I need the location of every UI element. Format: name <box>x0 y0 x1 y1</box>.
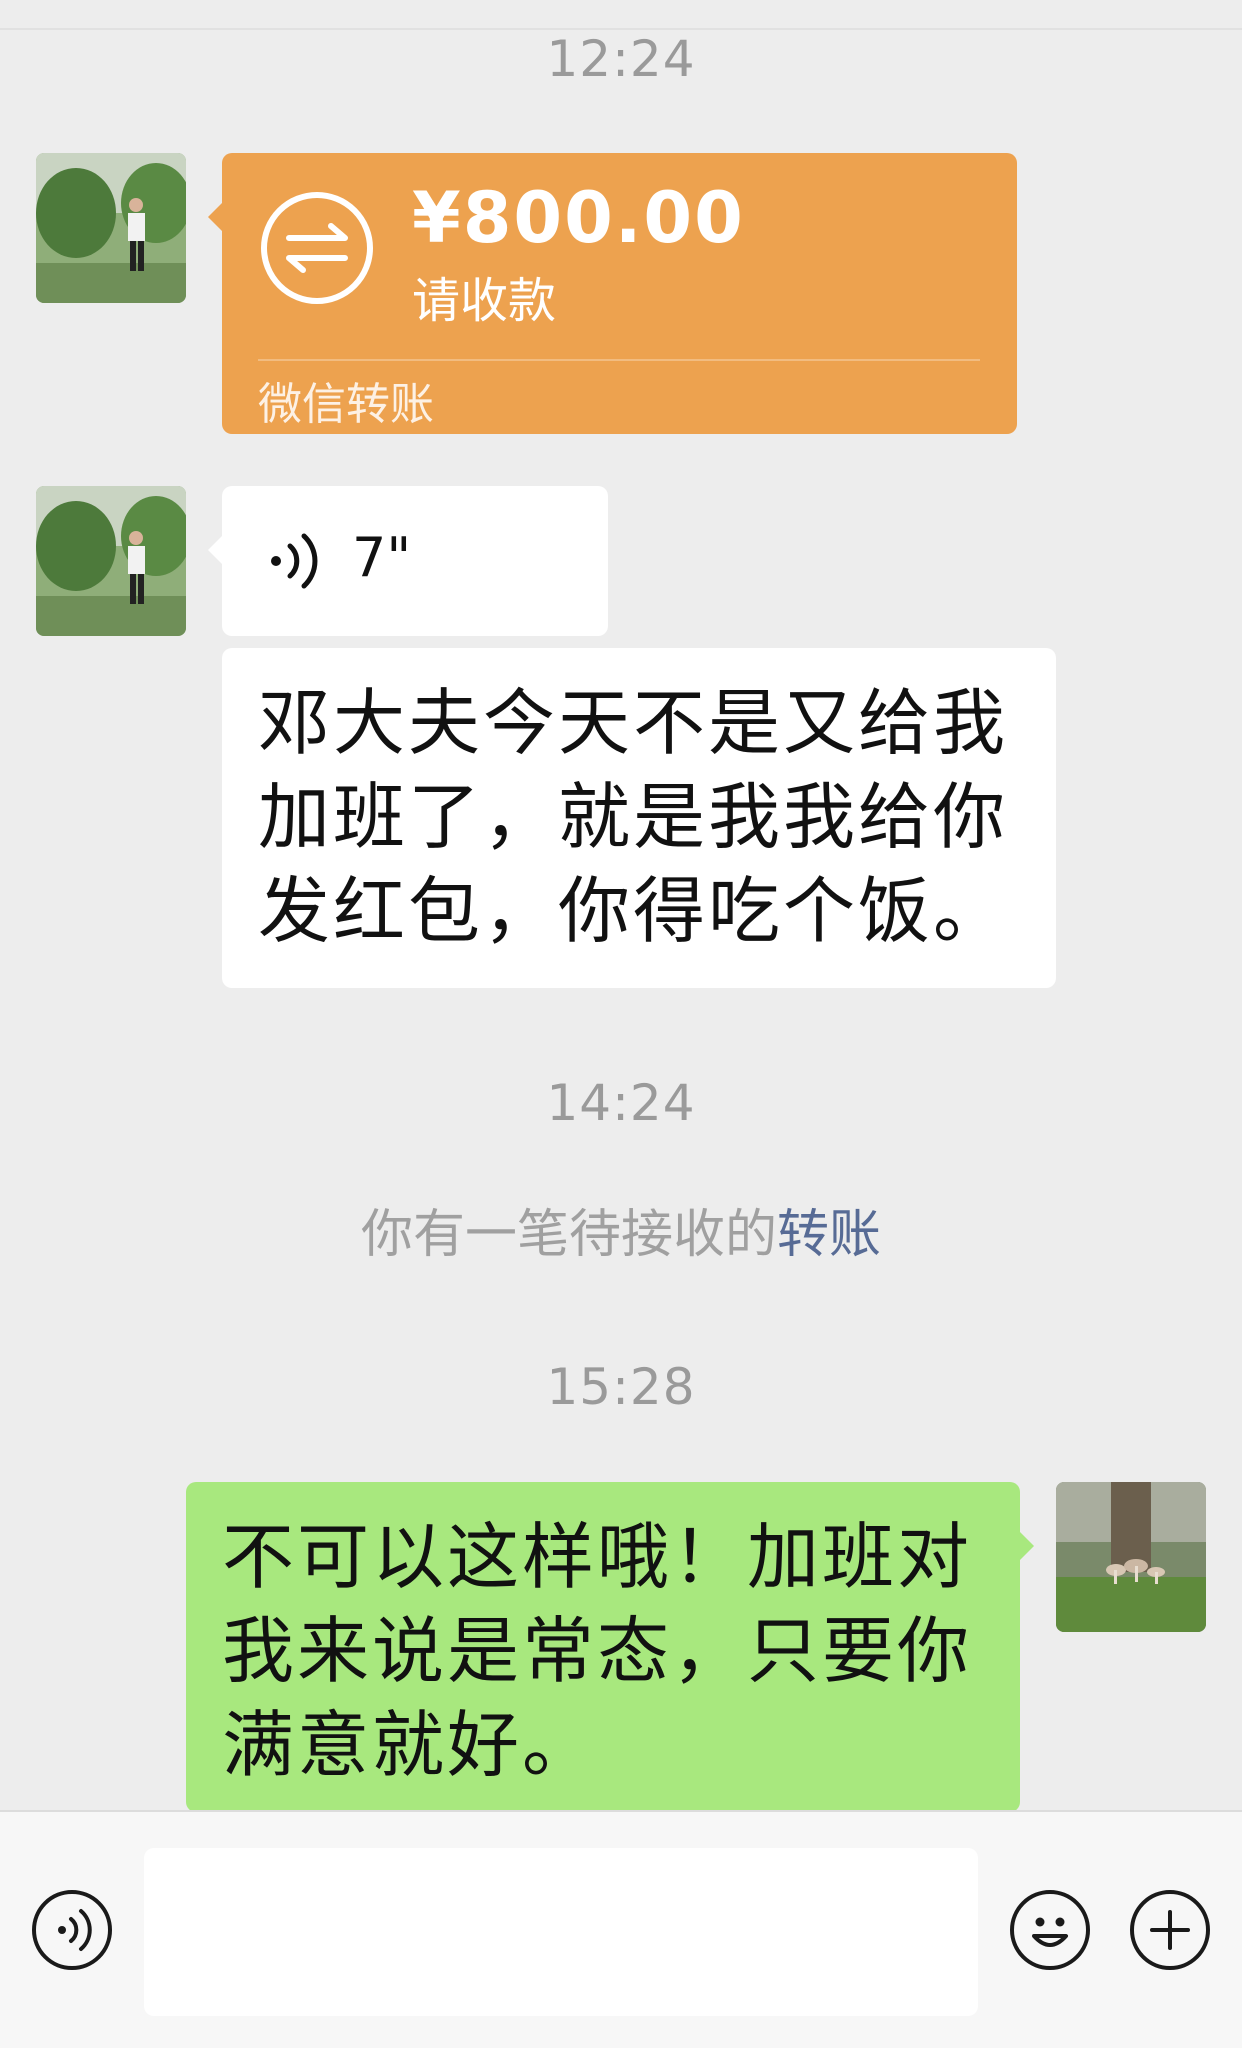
chat-message-list[interactable]: 12:24 ¥800.00 请收款 微信转账 7" 邓大夫今天不是又给我 加班了… <box>0 0 1242 1810</box>
incoming-text-message[interactable]: 邓大夫今天不是又给我 加班了，就是我我给你 发红包，你得吃个饭。 <box>222 648 1056 988</box>
timestamp: 12:24 <box>546 30 696 88</box>
message-text: 不可以这样哦！加班对 我来说是常态，只要你 满意就好。 <box>222 1515 973 1787</box>
system-notice: 你有一笔待接收的转账 <box>0 1192 1242 1267</box>
message-text: 邓大夫今天不是又给我 加班了，就是我我给你 发红包，你得吃个饭。 <box>258 681 1009 953</box>
input-bar <box>0 1810 1242 2048</box>
more-button[interactable] <box>1130 1890 1210 1970</box>
transfer-divider <box>258 359 980 361</box>
transfer-link[interactable]: 转账 <box>777 1205 881 1265</box>
voice-mode-icon <box>58 1909 92 1951</box>
transfer-arrows-icon <box>261 192 373 304</box>
avatar-photo <box>36 153 186 303</box>
contact-avatar[interactable] <box>36 486 186 636</box>
transfer-status: 请收款 <box>412 273 557 329</box>
timestamp: 14:24 <box>546 1074 696 1132</box>
voice-duration: 7" <box>352 526 412 589</box>
plus-icon <box>1150 1910 1190 1950</box>
emoji-icon <box>1032 1917 1068 1947</box>
avatar-photo <box>1056 1482 1206 1632</box>
transfer-footer: 微信转账 <box>258 379 434 430</box>
voice-mode-button[interactable] <box>32 1890 112 1970</box>
voice-message[interactable]: 7" <box>208 486 608 636</box>
system-notice-text: 你有一笔待接收的 <box>360 1205 777 1265</box>
message-input[interactable] <box>144 1848 978 2016</box>
timestamp: 15:28 <box>546 1358 696 1416</box>
contact-avatar[interactable] <box>36 153 186 303</box>
transfer-amount: ¥800.00 <box>412 177 745 259</box>
my-avatar[interactable] <box>1056 1482 1206 1632</box>
transfer-card[interactable]: ¥800.00 请收款 微信转账 <box>208 153 1017 434</box>
voice-wave-icon <box>271 533 318 589</box>
avatar-photo <box>36 486 186 636</box>
emoji-button[interactable] <box>1010 1890 1090 1970</box>
outgoing-text-message[interactable]: 不可以这样哦！加班对 我来说是常态，只要你 满意就好。 <box>186 1482 1034 1810</box>
